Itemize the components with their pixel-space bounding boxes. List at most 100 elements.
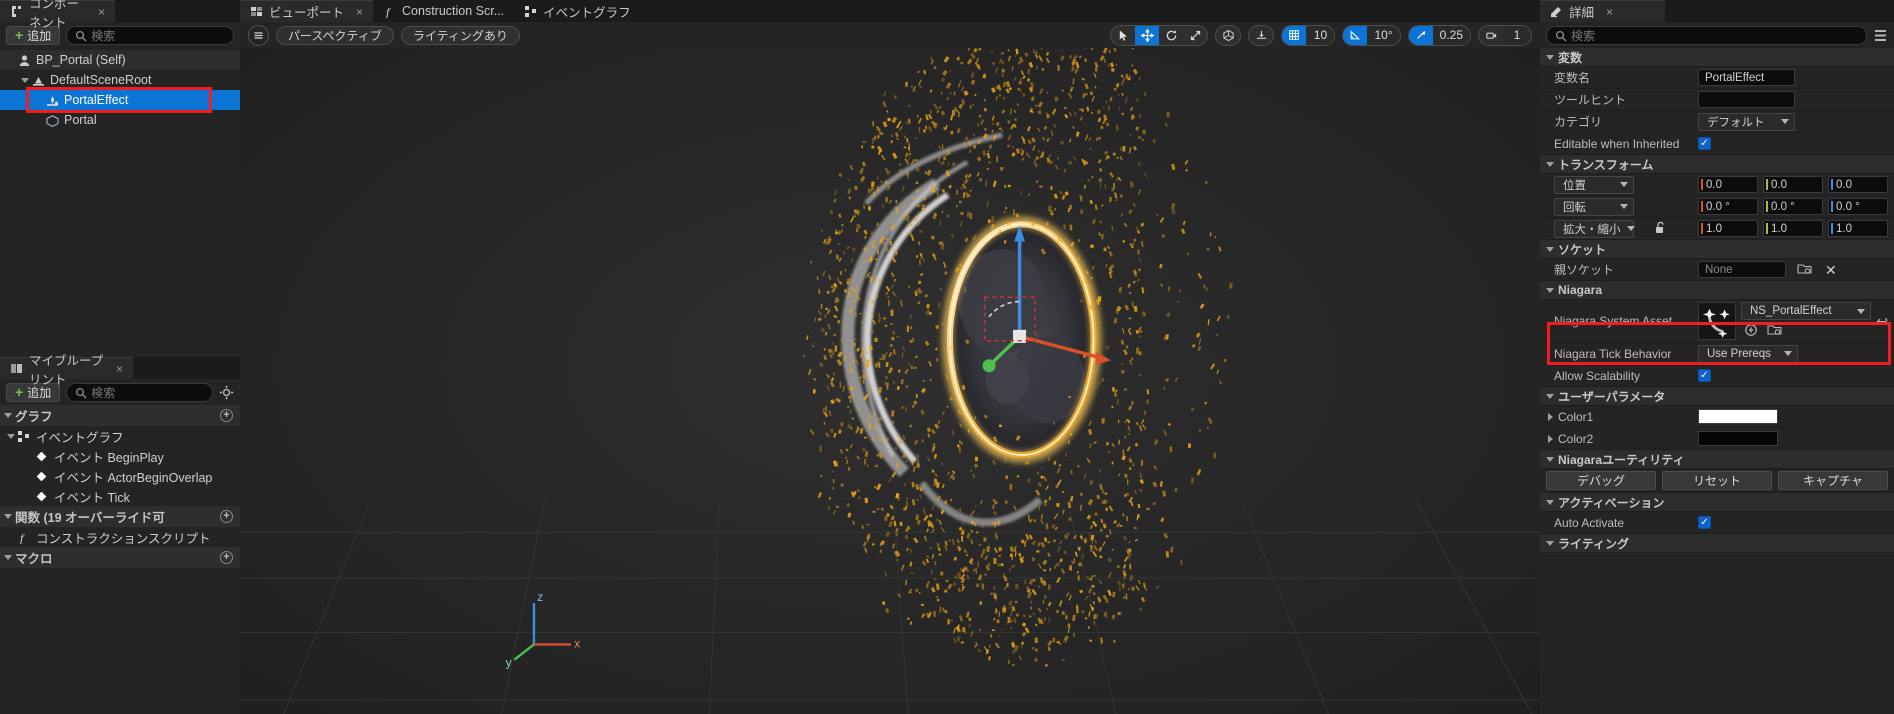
dropdown[interactable]: デフォルト xyxy=(1698,112,1795,131)
checkbox[interactable] xyxy=(1698,137,1711,150)
angle-icon[interactable] xyxy=(1343,25,1368,45)
collapse-triangle[interactable] xyxy=(1546,54,1554,60)
browse-icon[interactable] xyxy=(1767,323,1782,340)
component-tree-item[interactable]: Portal xyxy=(0,110,240,130)
numeric-input-z[interactable]: 0.0 xyxy=(1828,176,1888,193)
text-input[interactable]: PortalEffect xyxy=(1698,69,1795,86)
details-search-input[interactable]: 検索 xyxy=(1546,25,1867,45)
color-swatch[interactable] xyxy=(1698,431,1778,446)
color-swatch[interactable] xyxy=(1698,409,1778,424)
chevron-down-icon[interactable] xyxy=(1781,119,1789,124)
camera-speed-group[interactable]: 1 xyxy=(1478,24,1532,46)
numeric-input-x[interactable]: 1.0 xyxy=(1698,220,1758,237)
tab-construction-script[interactable]: f Construction Scr... xyxy=(373,0,515,22)
numeric-input-y[interactable]: 0.0 xyxy=(1763,176,1823,193)
details-category-header[interactable]: Niagaraユーティリティ xyxy=(1540,450,1894,469)
expand-triangle[interactable] xyxy=(1548,412,1553,421)
tab-myblueprint[interactable]: マイブループリント × xyxy=(0,354,133,387)
tab-viewport[interactable]: ビューポート × xyxy=(240,0,374,22)
tab-details[interactable]: 詳細 × xyxy=(1540,0,1665,22)
collapse-triangle[interactable] xyxy=(1546,246,1554,252)
utility-button[interactable]: デバッグ xyxy=(1546,471,1656,490)
scale-snap-group[interactable]: 0.25 xyxy=(1407,24,1471,46)
lighting-mode-button[interactable]: ライティングあり xyxy=(400,25,520,45)
scale-tool-button[interactable] xyxy=(1183,26,1207,45)
clear-icon[interactable]: ✕ xyxy=(1825,263,1837,277)
coordinate-system-button[interactable] xyxy=(1215,24,1242,46)
blueprint-list-item[interactable]: イベント BeginPlay xyxy=(0,446,240,466)
collapse-triangle[interactable] xyxy=(1546,393,1554,399)
chevron-down-icon[interactable] xyxy=(1626,226,1635,231)
close-icon[interactable]: × xyxy=(1606,5,1613,19)
numeric-input-y[interactable]: 1.0 xyxy=(1763,220,1823,237)
use-selected-icon[interactable] xyxy=(1744,323,1758,340)
chevron-down-icon[interactable] xyxy=(1620,204,1628,209)
rotate-tool-button[interactable] xyxy=(1159,26,1183,45)
translate-tool-button[interactable] xyxy=(1135,25,1160,45)
components-search-input[interactable]: 検索 xyxy=(66,25,234,45)
browse-icon[interactable] xyxy=(1797,262,1812,278)
select-tool-button[interactable] xyxy=(1111,26,1135,45)
text-input[interactable] xyxy=(1698,91,1795,108)
viewport-menu-button[interactable] xyxy=(248,24,269,46)
checkbox[interactable] xyxy=(1698,516,1711,529)
camera-speed-value[interactable]: 1 xyxy=(1503,25,1531,45)
section-add-button[interactable]: + xyxy=(220,409,233,422)
details-category-header[interactable]: ソケット xyxy=(1540,240,1894,259)
details-category-header[interactable]: トランスフォーム xyxy=(1540,155,1894,174)
collapse-triangle[interactable] xyxy=(4,514,12,519)
tab-event-graph[interactable]: イベントグラフ xyxy=(514,0,641,22)
expand-triangle[interactable] xyxy=(1548,434,1553,443)
blueprint-section-header[interactable]: 関数 (19 オーバーライド可 + xyxy=(0,506,240,527)
dropdown[interactable]: Use Prereqs xyxy=(1698,344,1798,363)
collapse-triangle[interactable] xyxy=(1546,499,1554,505)
collapse-triangle[interactable] xyxy=(4,555,12,560)
socket-value[interactable]: None xyxy=(1698,261,1786,278)
component-tree-item[interactable]: BP_Portal (Self) xyxy=(0,50,240,70)
scale-snap-value[interactable]: 0.25 xyxy=(1432,25,1470,45)
grid-snap-value[interactable]: 10 xyxy=(1306,25,1335,45)
numeric-input-z[interactable]: 1.0 xyxy=(1828,220,1888,237)
transform-mode-dropdown[interactable]: 位置 xyxy=(1554,175,1634,194)
collapse-triangle[interactable] xyxy=(1546,287,1554,293)
expand-caret[interactable] xyxy=(18,77,31,83)
world-axis-icon[interactable] xyxy=(1216,26,1240,45)
details-category-header[interactable]: アクティベーション xyxy=(1540,493,1894,512)
section-add-button[interactable]: + xyxy=(220,551,233,564)
expand-caret[interactable] xyxy=(4,433,17,439)
utility-button[interactable]: キャプチャ xyxy=(1778,471,1888,490)
component-tree-item[interactable]: DefaultSceneRoot xyxy=(0,70,240,90)
details-category-header[interactable]: ライティング xyxy=(1540,534,1894,553)
numeric-input-y[interactable]: 0.0 ° xyxy=(1763,198,1823,215)
camera-icon[interactable] xyxy=(1479,26,1503,45)
chevron-down-icon[interactable] xyxy=(1620,182,1628,187)
grid-icon[interactable] xyxy=(1282,25,1307,45)
collapse-triangle[interactable] xyxy=(1546,456,1554,462)
transform-mode-dropdown[interactable]: 拡大・縮小 xyxy=(1554,219,1635,238)
collapse-triangle[interactable] xyxy=(1546,540,1554,546)
reset-arrow-icon[interactable]: ↩ xyxy=(1876,313,1888,330)
collapse-triangle[interactable] xyxy=(1546,161,1554,167)
component-tree-item[interactable]: PortalEffect xyxy=(0,90,240,110)
chevron-down-icon[interactable] xyxy=(1857,308,1866,314)
transform-mode-dropdown[interactable]: 回転 xyxy=(1554,197,1634,216)
checkbox[interactable] xyxy=(1698,369,1711,382)
tab-components[interactable]: コンポーネント × xyxy=(0,0,115,30)
grid-snap-group[interactable]: 10 xyxy=(1281,24,1336,46)
scale-snap-icon[interactable] xyxy=(1408,25,1433,45)
blueprint-list-item[interactable]: イベント ActorBeginOverlap xyxy=(0,466,240,486)
numeric-input-z[interactable]: 0.0 ° xyxy=(1828,198,1888,215)
gear-icon[interactable] xyxy=(219,385,234,400)
blueprint-section-header[interactable]: グラフ + xyxy=(0,405,240,426)
blueprint-section-header[interactable]: マクロ + xyxy=(0,547,240,568)
angle-snap-group[interactable]: 10° xyxy=(1342,24,1401,46)
view-mode-button[interactable]: パースペクティブ xyxy=(276,25,394,45)
details-category-header[interactable]: Niagara xyxy=(1540,281,1894,300)
blueprint-list-item[interactable]: f コンストラクションスクリプト xyxy=(0,527,240,547)
surface-snap-button[interactable] xyxy=(1248,24,1275,46)
chevron-down-icon[interactable] xyxy=(1784,351,1792,356)
unlock-icon[interactable] xyxy=(1653,221,1666,237)
angle-snap-value[interactable]: 10° xyxy=(1367,25,1400,45)
close-icon[interactable]: × xyxy=(356,5,363,19)
blueprint-list-item[interactable]: イベント Tick xyxy=(0,486,240,506)
